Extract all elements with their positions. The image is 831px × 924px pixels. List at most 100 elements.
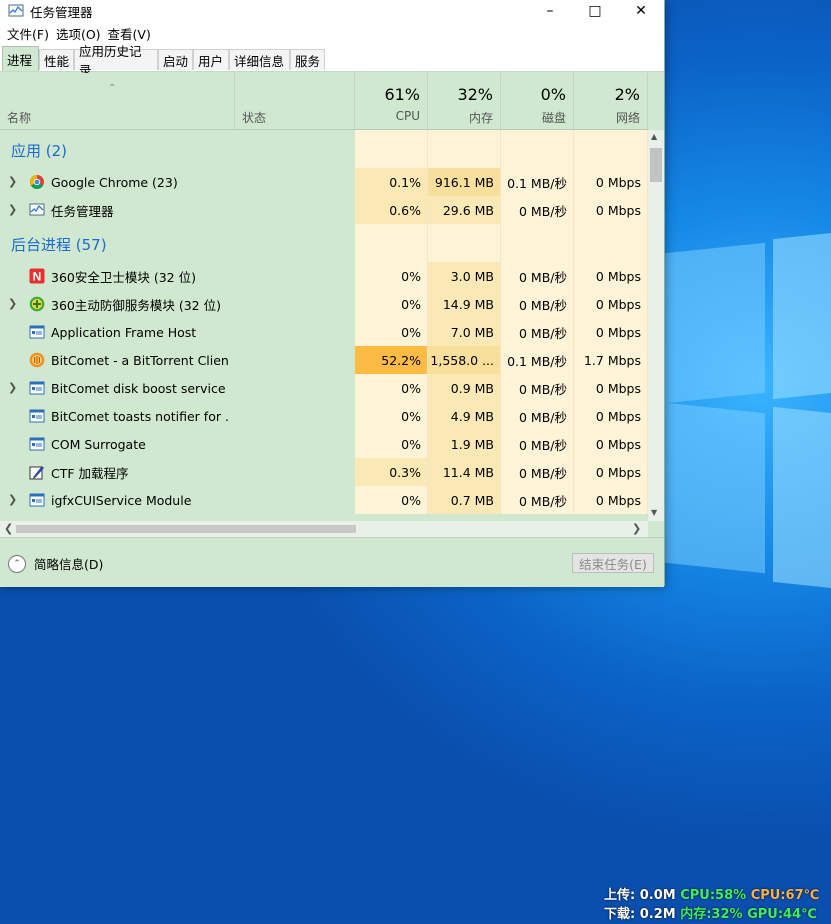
memory-value: 916.1 MB — [428, 168, 501, 196]
cpu-value: 0% — [355, 402, 428, 430]
fewer-details-button[interactable]: ⌃ 简略信息(D) — [8, 554, 103, 573]
hscroll-thumb[interactable] — [16, 525, 356, 533]
col-status[interactable]: 状态 — [235, 73, 355, 129]
scroll-thumb[interactable] — [650, 148, 662, 182]
windows-logo — [665, 228, 831, 598]
process-name: Application Frame Host — [51, 324, 197, 340]
chevron-right-icon[interactable]: ❯ — [8, 175, 17, 188]
memory-value: 0.9 MB — [428, 374, 501, 402]
group-background: 后台进程 (57) — [0, 224, 648, 264]
tab-startup[interactable]: 启动 — [158, 49, 193, 70]
process-row[interactable]: ❯ Google Chrome (23) 0.1% 916.1 MB 0.1 MB/秒 0… — [0, 168, 648, 196]
process-row[interactable]: ❯ 360主动防御服务模块 (32 位) 0% 14.9 MB 0 MB/秒 0 Mbps — [0, 290, 648, 318]
process-row[interactable]: Application Frame Host 0% 7.0 MB 0 MB/秒 0 Mb… — [0, 318, 648, 346]
scroll-down-icon[interactable]: ▼ — [651, 508, 657, 517]
process-row[interactable]: COM Surrogate 0% 1.9 MB 0 MB/秒 0 Mbps — [0, 430, 648, 458]
chrome-icon — [29, 174, 45, 190]
maximize-button[interactable]: □ — [572, 0, 618, 22]
scroll-left-icon[interactable]: ❮ — [4, 522, 13, 535]
col-network[interactable]: 2% 网络 — [574, 73, 648, 129]
menu-view[interactable]: 查看(V) — [108, 24, 151, 43]
title-bar[interactable]: 任务管理器 – □ ✕ — [0, 0, 664, 22]
tab-app-history[interactable]: 应用历史记录 — [74, 44, 158, 78]
tab-users[interactable]: 用户 — [193, 49, 229, 70]
window-title: 任务管理器 — [30, 4, 93, 20]
group-apps-title: 应用 (2) — [11, 141, 68, 160]
disk-value: 0 MB/秒 — [501, 374, 574, 402]
cpu-value: 0% — [355, 318, 428, 346]
menu-options[interactable]: 选项(O) — [56, 24, 101, 43]
process-name: igfxCUIService Module — [51, 492, 192, 508]
memory-value: 4.9 MB — [428, 402, 501, 430]
tab-details[interactable]: 详细信息 — [229, 49, 290, 70]
horizontal-scrollbar[interactable]: ❮ ❯ — [0, 521, 648, 537]
cpu-value: 0.1% — [355, 168, 428, 196]
tab-performance[interactable]: 性能 — [39, 49, 74, 70]
col-memory[interactable]: 32% 内存 — [428, 73, 501, 129]
network-value: 0 Mbps — [574, 262, 648, 290]
network-value: 0 Mbps — [574, 430, 648, 458]
chevron-right-icon[interactable]: ❯ — [8, 203, 17, 216]
network-value: 0 Mbps — [574, 402, 648, 430]
disk-value: 0 MB/秒 — [501, 402, 574, 430]
col-disk[interactable]: 0% 磁盘 — [501, 73, 574, 129]
process-name: 任务管理器 — [51, 203, 114, 219]
disk-value: 0 MB/秒 — [501, 318, 574, 346]
network-value: 0 Mbps — [574, 458, 648, 486]
network-value: 0 Mbps — [574, 168, 648, 196]
network-value: 0 Mbps — [574, 196, 648, 224]
scroll-right-icon[interactable]: ❯ — [632, 522, 641, 535]
cpu-value: 0% — [355, 374, 428, 402]
memory-value: 14.9 MB — [428, 290, 501, 318]
process-row[interactable]: ❯ igfxCUIService Module 0% 0.7 MB 0 MB/秒 0 Mb… — [0, 486, 648, 514]
memory-value: 7.0 MB — [428, 318, 501, 346]
chevron-right-icon[interactable]: ❯ — [8, 381, 17, 394]
vertical-scrollbar[interactable]: ▲ ▼ — [648, 130, 664, 521]
network-value: 0 Mbps — [574, 374, 648, 402]
col-name[interactable]: ⌃ 名称 — [0, 73, 235, 129]
bitcomet-icon — [29, 352, 45, 368]
cpu-value: 0.3% — [355, 458, 428, 486]
group-background-title: 后台进程 (57) — [11, 235, 107, 254]
chevron-right-icon[interactable]: ❯ — [8, 297, 17, 310]
process-name: BitComet toasts notifier for ... — [51, 408, 229, 424]
minimize-button[interactable]: – — [527, 0, 573, 22]
cpu-value: 0% — [355, 290, 428, 318]
process-row[interactable]: BitComet toasts notifier for ... 0% 4.9 MB… — [0, 402, 648, 430]
network-value: 0 Mbps — [574, 486, 648, 514]
app-window-icon — [29, 408, 45, 424]
chevron-right-icon[interactable]: ❯ — [8, 493, 17, 506]
process-row[interactable]: ❯ 任务管理器 0.6% 29.6 MB 0 MB/秒 0 Mbps — [0, 196, 648, 224]
disk-value: 0 MB/秒 — [501, 196, 574, 224]
menu-file[interactable]: 文件(F) — [7, 24, 49, 43]
process-name: BitComet - a BitTorrent Client — [51, 352, 229, 368]
process-name: CTF 加载程序 — [51, 465, 129, 481]
disk-value: 0 MB/秒 — [501, 486, 574, 514]
chevron-up-icon: ⌃ — [8, 554, 26, 573]
process-name: 360安全卫士模块 (32 位) — [51, 269, 196, 285]
tab-processes[interactable]: 进程 — [2, 46, 39, 71]
sort-up-icon: ⌃ — [108, 83, 117, 94]
end-task-button[interactable]: 结束任务(E) — [572, 553, 654, 573]
footer-bar: ⌃ 简略信息(D) 结束任务(E) — [0, 537, 664, 587]
svg-text:N: N — [33, 270, 42, 284]
task-manager-icon — [8, 4, 24, 17]
app-window-icon — [29, 436, 45, 452]
memory-value: 0.7 MB — [428, 486, 501, 514]
process-row[interactable]: CTF 加载程序 0.3% 11.4 MB 0 MB/秒 0 Mbps — [0, 458, 648, 486]
network-value: 0 Mbps — [574, 318, 648, 346]
network-value: 0 Mbps — [574, 290, 648, 318]
process-row[interactable]: N 360安全卫士模块 (32 位) 0% 3.0 MB 0 MB/秒 0 Mbps — [0, 262, 648, 290]
app-window-icon — [29, 324, 45, 340]
process-row[interactable]: BitComet - a BitTorrent Client 52.2% 1,558… — [0, 346, 648, 374]
memory-value: 3.0 MB — [428, 262, 501, 290]
scroll-up-icon[interactable]: ▲ — [651, 132, 657, 141]
tab-services[interactable]: 服务 — [290, 49, 325, 70]
system-monitor-overlay: 上传: 0.0M CPU:58% CPU:67℃ 下载: 0.2M 内存:32%… — [604, 888, 820, 922]
process-grid: ⌃ 名称 状态 61% CPU 32% 内存 0% 磁盘 2% 网络 应用 (2… — [0, 73, 648, 521]
tab-bar: 进程 性能 应用历史记录 启动 用户 详细信息 服务 — [0, 44, 664, 78]
task-manager-icon — [29, 202, 45, 218]
col-cpu[interactable]: 61% CPU — [355, 73, 428, 129]
process-row[interactable]: ❯ BitComet disk boost service ... 0% 0.9 MB… — [0, 374, 648, 402]
close-button[interactable]: ✕ — [618, 0, 664, 22]
